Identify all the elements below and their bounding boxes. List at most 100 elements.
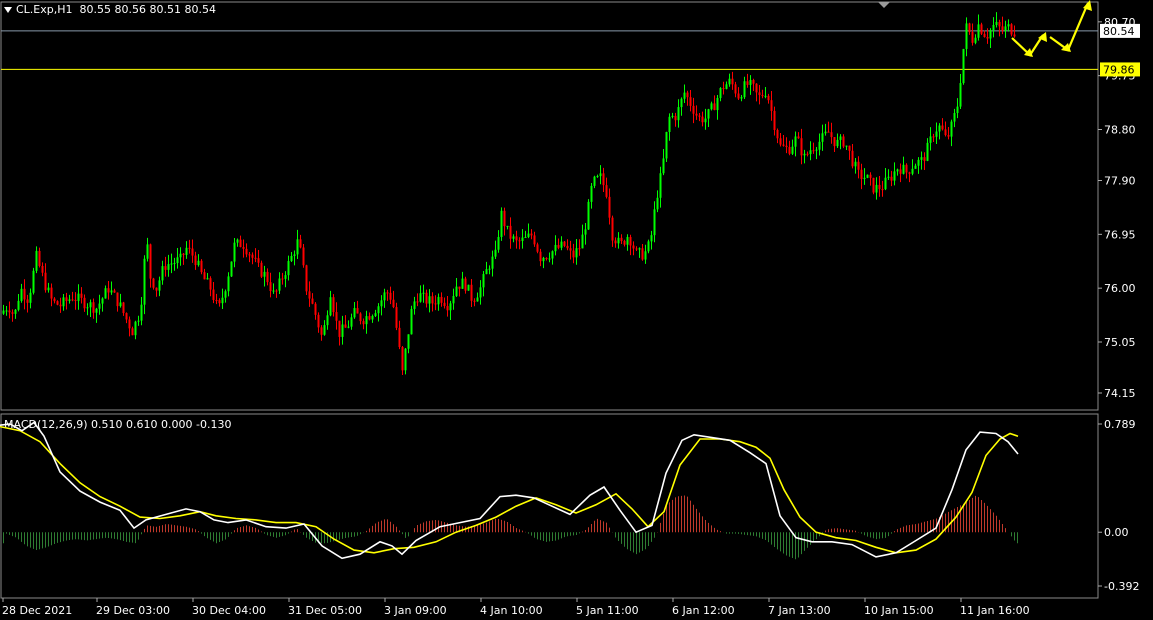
candle-body (1007, 24, 1010, 27)
candle-body (209, 278, 212, 290)
candle-body (212, 289, 215, 300)
candle-body (167, 264, 170, 270)
candle-body (5, 310, 8, 312)
candle-body (191, 248, 194, 256)
time-tick-label: 31 Dec 05:00 (288, 604, 362, 617)
candle-body (800, 138, 803, 156)
candle-body (710, 103, 713, 110)
candle-body (20, 288, 23, 301)
candle-body (377, 306, 380, 314)
candle-body (935, 131, 938, 137)
candle-body (842, 136, 845, 147)
candle-body (743, 81, 746, 98)
candle-body (65, 297, 68, 301)
candle-body (578, 248, 581, 250)
candle-body (740, 97, 743, 99)
candle-body (653, 209, 656, 236)
candle-body (269, 282, 272, 291)
candle-body (524, 236, 527, 238)
candle-body (206, 278, 209, 280)
candle-body (113, 290, 116, 293)
candle-body (887, 176, 890, 178)
candle-body (440, 296, 443, 303)
candle-body (626, 237, 629, 245)
candle-body (1001, 26, 1004, 31)
candle-body (281, 278, 284, 280)
candle-body (596, 176, 599, 178)
candle-body (320, 327, 323, 335)
candle-body (983, 33, 986, 38)
candle-body (752, 79, 755, 84)
candle-body (896, 169, 899, 172)
macd-line (0, 421, 1019, 560)
candle-body (92, 302, 95, 313)
signal-line (0, 425, 1019, 554)
candle-body (83, 297, 86, 309)
candle-body (470, 284, 473, 301)
candle-body (656, 197, 659, 210)
candle-body (863, 177, 866, 179)
candle-body (857, 161, 860, 170)
candle-body (605, 185, 608, 197)
time-tick-label: 3 Jan 09:00 (384, 604, 447, 617)
candle-body (569, 248, 572, 251)
candle-body (776, 129, 779, 139)
candle-body (44, 272, 47, 291)
candle-body (515, 236, 518, 241)
candle-body (32, 270, 35, 293)
candle-body (149, 244, 152, 279)
candle-body (893, 171, 896, 181)
candle-body (677, 107, 680, 121)
candle-body (914, 165, 917, 169)
candle-body (695, 113, 698, 116)
candle-body (986, 37, 989, 39)
candle-body (398, 327, 401, 348)
level-price-label: 79.86 (1103, 63, 1135, 76)
candle-body (359, 313, 362, 322)
candle-body (104, 288, 107, 299)
price-tick-label: 77.90 (1104, 175, 1136, 188)
candle-body (299, 239, 302, 248)
candle-body (260, 262, 263, 277)
candle-body (560, 241, 563, 248)
candle-body (35, 250, 38, 271)
candle-body (503, 210, 506, 227)
candle-body (497, 236, 500, 250)
trading-chart[interactable]: 80.7079.7578.8077.9076.9576.0075.0574.15… (0, 0, 1153, 620)
candle-body (62, 297, 65, 307)
candle-body (311, 298, 314, 304)
time-tick-label: 30 Dec 04:00 (192, 604, 266, 617)
candle-body (461, 278, 464, 289)
candle-body (371, 315, 374, 320)
candle-body (902, 164, 905, 174)
candle-body (572, 250, 575, 258)
current-price-label: 80.54 (1103, 25, 1135, 38)
candle-body (143, 258, 146, 305)
candle-body (920, 157, 923, 160)
candle-body (332, 297, 335, 313)
candle-body (668, 116, 671, 132)
candle-body (950, 121, 953, 137)
candle-body (509, 225, 512, 239)
candle-body (419, 293, 422, 302)
candle-body (137, 320, 140, 322)
candle-body (554, 244, 557, 252)
candle-body (221, 297, 224, 304)
candle-body (848, 145, 851, 151)
candle-body (929, 136, 932, 143)
candle-body (527, 233, 530, 237)
candle-body (1004, 26, 1007, 31)
candle-body (638, 248, 641, 250)
candle-body (158, 280, 161, 291)
candle-body (557, 244, 560, 248)
candle-body (8, 310, 11, 313)
candle-body (236, 239, 239, 243)
candle-body (329, 297, 332, 316)
candle-body (251, 254, 254, 258)
candle-body (50, 287, 53, 299)
macd-histogram (3, 495, 1018, 560)
candle-body (2, 310, 5, 314)
candle-body (539, 251, 542, 262)
candle-body (176, 257, 179, 264)
candle-body (968, 23, 971, 33)
